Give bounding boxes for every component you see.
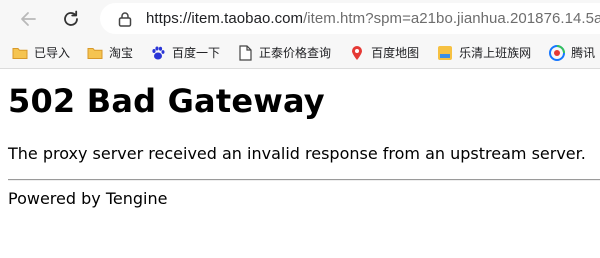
error-message: The proxy server received an invalid res… xyxy=(8,144,586,163)
divider xyxy=(8,179,600,181)
bookmark-label: 乐清上班族网 xyxy=(459,46,532,60)
bookmark-folder-imported[interactable]: 已导入 xyxy=(12,37,70,68)
bookmark-folder-taobao[interactable]: 淘宝 xyxy=(87,37,133,68)
reload-button[interactable] xyxy=(56,4,86,34)
bookmark-label: 已导入 xyxy=(34,46,71,60)
bookmark-label: 淘宝 xyxy=(109,46,134,60)
url-path: /item.htm?spm=a21bo.jianhua.201876.14.5a… xyxy=(303,10,600,27)
back-arrow-icon xyxy=(21,11,36,26)
url-text[interactable]: https://item.taobao.com/item.htm?spm=a21… xyxy=(146,10,600,27)
folder-icon xyxy=(87,45,103,61)
browser-toolbar: https://item.taobao.com/item.htm?spm=a21… xyxy=(0,0,600,37)
map-pin-icon xyxy=(349,45,365,61)
bookmark-chint-price[interactable]: 正泰价格查询 xyxy=(237,37,331,68)
bookmark-baidu[interactable]: 百度一下 xyxy=(150,37,220,68)
url-host: https://item.taobao.com xyxy=(146,10,304,27)
bookmark-label: 百度地图 xyxy=(371,46,420,60)
bookmark-yueqing-job[interactable]: 乐清上班族网 xyxy=(437,37,531,68)
tencent-icon xyxy=(549,44,566,61)
bookmarks-bar: 已导入 淘宝 百度一下 正泰价格查询 百度地图 乐清上班族网 腾讯 xyxy=(0,37,600,69)
baidu-paw-icon xyxy=(150,45,166,61)
bookmark-label: 百度一下 xyxy=(172,46,221,60)
server-footer: Powered by Tengine xyxy=(8,189,168,208)
bookmark-label: 正泰价格查询 xyxy=(259,46,332,60)
back-button[interactable] xyxy=(13,4,43,34)
reload-icon xyxy=(64,10,78,26)
page-icon xyxy=(237,44,253,61)
page-title: 502 Bad Gateway xyxy=(8,82,325,120)
site-icon xyxy=(437,45,453,61)
folder-icon xyxy=(12,45,28,61)
address-bar[interactable]: https://item.taobao.com/item.htm?spm=a21… xyxy=(100,3,600,34)
bookmark-label: 腾讯 xyxy=(571,46,596,60)
bookmark-tencent[interactable]: 腾讯 xyxy=(549,37,595,68)
bookmark-baidu-map[interactable]: 百度地图 xyxy=(349,37,419,68)
lock-icon[interactable] xyxy=(118,11,132,27)
